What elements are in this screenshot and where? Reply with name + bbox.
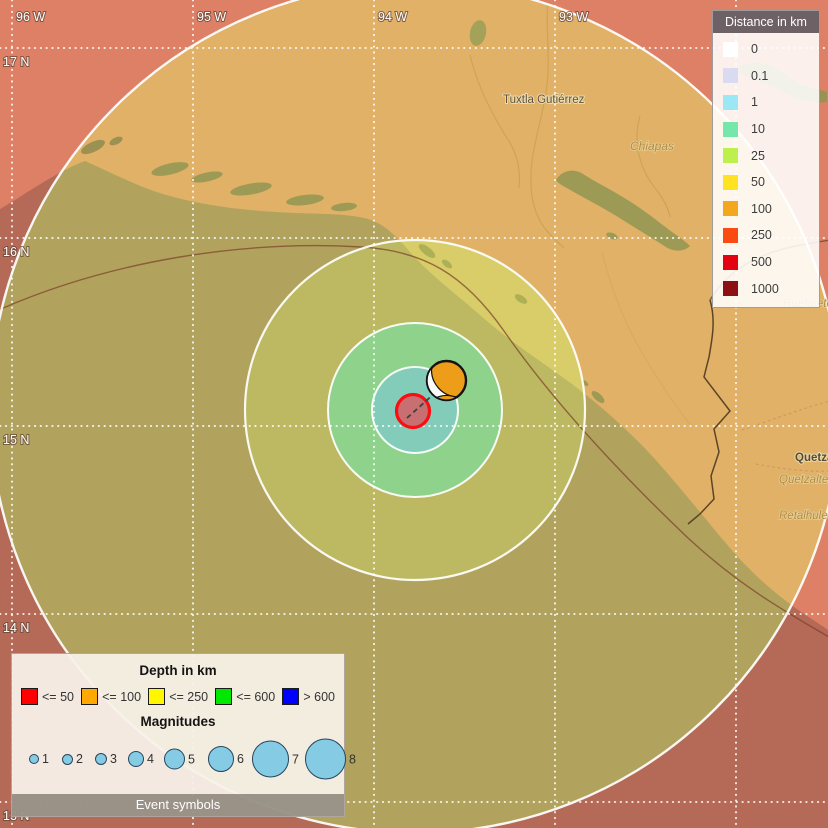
depth-item: <= 600	[215, 688, 275, 705]
magnitude-label: 7	[292, 752, 299, 766]
depth-item: <= 100	[81, 688, 141, 705]
magnitude-item: 5	[164, 749, 195, 770]
lon-label: 96 W	[16, 10, 45, 24]
distance-legend-row: 10	[723, 117, 819, 142]
lat-label: 17 N	[3, 55, 29, 69]
distance-legend-row: 25	[723, 143, 819, 168]
depth-swatch	[148, 688, 165, 705]
distance-swatch	[723, 68, 738, 83]
distance-swatch	[723, 95, 738, 110]
magnitude-label: 8	[349, 752, 356, 766]
depth-label: <= 50	[42, 690, 74, 704]
event-symbols-legend-panel: Depth in km <= 50 <= 100 <= 250 <= 600 >…	[11, 653, 345, 817]
beachball-bottom-lobe	[437, 396, 457, 401]
lat-label: 16 N	[3, 245, 29, 259]
distance-label: 10	[751, 122, 765, 136]
depth-label: <= 600	[236, 690, 275, 704]
distance-label: 50	[751, 175, 765, 189]
map-view: 96 W 95 W 94 W 93 W 92 W 17 N 16 N 15 N …	[0, 0, 828, 828]
magnitude-item: 2	[62, 752, 83, 766]
depth-item: > 600	[282, 688, 335, 705]
distance-label: 100	[751, 202, 772, 216]
depth-label: > 600	[303, 690, 335, 704]
depth-item: <= 50	[21, 688, 74, 705]
distance-legend-row: 0	[723, 37, 819, 62]
distance-label: 0.1	[751, 69, 768, 83]
magnitude-label: 4	[147, 752, 154, 766]
distance-legend-row: 1	[723, 90, 819, 115]
magnitude-item: 7	[252, 741, 299, 778]
magnitude-circle	[128, 751, 144, 767]
distance-legend-body: 0 0.1 1 10 25 50 100 250 500 1000	[713, 33, 819, 307]
distance-legend-title: Distance in km	[713, 11, 819, 33]
depth-label: <= 250	[169, 690, 208, 704]
depth-swatch	[21, 688, 38, 705]
distance-swatch	[723, 281, 738, 296]
distance-swatch	[723, 42, 738, 57]
depth-item: <= 250	[148, 688, 208, 705]
distance-legend-row: 250	[723, 223, 819, 248]
event-symbols-footer: Event symbols	[12, 794, 344, 816]
distance-label: 1	[751, 95, 758, 109]
city-label-quetzaltenango: Quetzaltenango	[795, 452, 828, 464]
lat-label: 15 N	[3, 433, 29, 447]
distance-legend-row: 1000	[723, 276, 819, 301]
depth-swatch	[282, 688, 299, 705]
magnitude-circle	[164, 749, 185, 770]
epicenter-circle[interactable]	[397, 395, 430, 428]
distance-legend-row: 100	[723, 196, 819, 221]
distance-swatch	[723, 122, 738, 137]
magnitude-circle	[208, 746, 234, 772]
distance-swatch	[723, 148, 738, 163]
distance-label: 0	[751, 42, 758, 56]
magnitude-label: 1	[42, 752, 49, 766]
magnitude-circle	[29, 754, 39, 764]
magnitudes-legend-row: 1 2 3 4 5 6 7 8	[12, 734, 344, 784]
depth-legend-title: Depth in km	[12, 663, 344, 678]
magnitude-circle	[305, 739, 346, 780]
magnitude-item: 3	[95, 752, 117, 766]
lon-label: 93 W	[559, 10, 588, 24]
distance-swatch	[723, 255, 738, 270]
region-label-quetzaltenango: Quetzaltenango	[779, 474, 828, 486]
distance-legend-row: 50	[723, 170, 819, 195]
lat-label: 14 N	[3, 621, 29, 635]
focal-mechanism-beachball[interactable]	[427, 361, 466, 400]
distance-swatch	[723, 175, 738, 190]
distance-label: 250	[751, 228, 772, 242]
depth-label: <= 100	[102, 690, 141, 704]
magnitudes-legend-title: Magnitudes	[12, 714, 344, 729]
distance-label: 1000	[751, 282, 779, 296]
magnitude-item: 4	[128, 751, 154, 767]
distance-label: 25	[751, 149, 765, 163]
lon-label: 95 W	[197, 10, 226, 24]
magnitude-circle	[62, 754, 73, 765]
distance-legend-row: 0.1	[723, 63, 819, 88]
magnitude-circle	[252, 741, 289, 778]
distance-legend-row: 500	[723, 250, 819, 275]
magnitude-item: 1	[29, 752, 49, 766]
magnitude-label: 3	[110, 752, 117, 766]
region-label-retalhuleu: Retalhuleu	[779, 510, 828, 522]
lon-label: 94 W	[378, 10, 407, 24]
magnitude-label: 6	[237, 752, 244, 766]
magnitude-circle	[95, 753, 107, 765]
distance-swatch	[723, 228, 738, 243]
depth-legend-row: <= 50 <= 100 <= 250 <= 600 > 600	[12, 688, 344, 705]
distance-swatch	[723, 201, 738, 216]
city-label-tuxtla: Tuxtla Gutiérrez	[503, 94, 585, 106]
distance-label: 500	[751, 255, 772, 269]
magnitude-item: 6	[208, 746, 244, 772]
distance-legend-panel: Distance in km 0 0.1 1 10 25 50 100 250	[712, 10, 820, 308]
depth-swatch	[81, 688, 98, 705]
magnitude-label: 5	[188, 752, 195, 766]
magnitude-item: 8	[305, 739, 356, 780]
depth-swatch	[215, 688, 232, 705]
region-label-chiapas: Chiapas	[630, 139, 674, 153]
magnitude-label: 2	[76, 752, 83, 766]
